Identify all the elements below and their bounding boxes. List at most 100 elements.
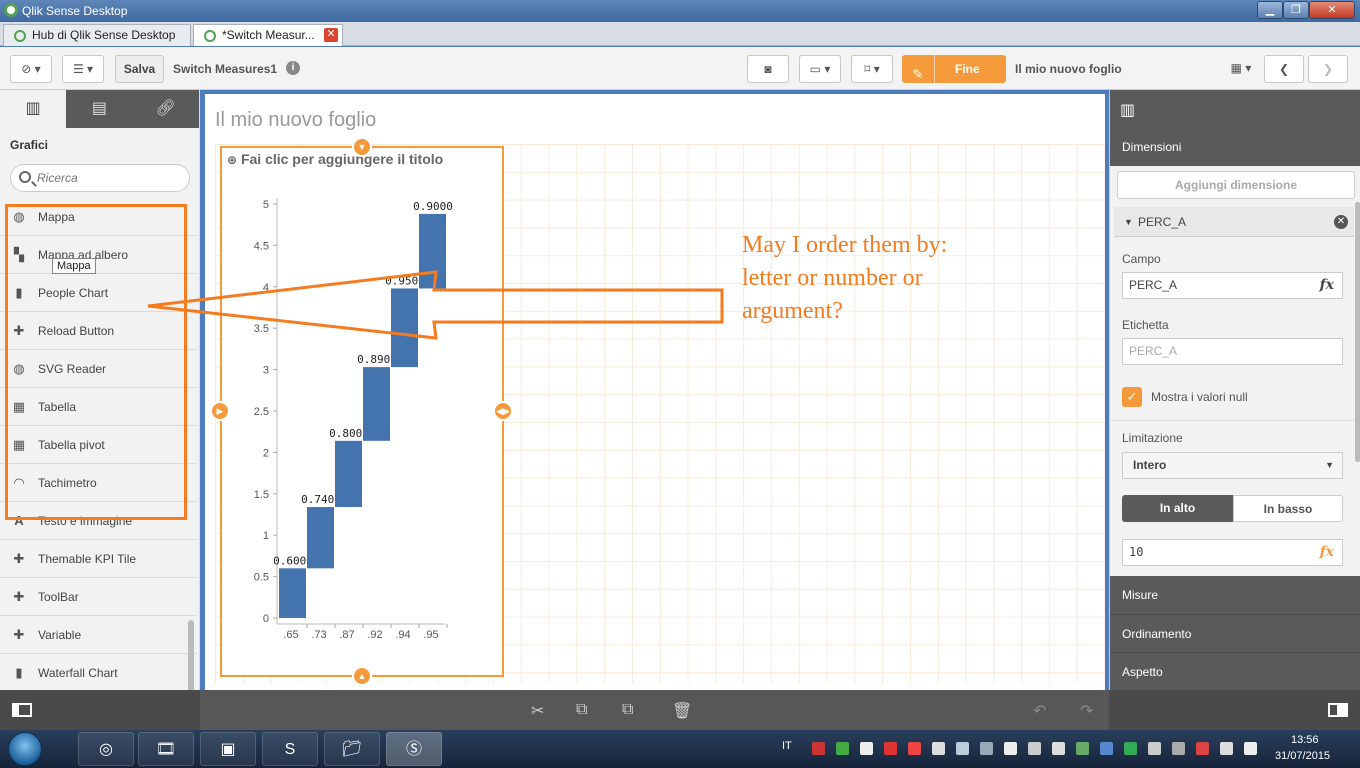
sheet-canvas[interactable]: Il mio nuovo foglio ⊕ Fai clic per aggiu… (205, 94, 1105, 690)
label-input[interactable]: PERC_A (1122, 338, 1343, 365)
network-icon[interactable] (1220, 742, 1233, 755)
tray-icon[interactable] (1148, 742, 1161, 755)
resize-handle-right[interactable]: ◀▶ (493, 401, 513, 421)
taskbar-qlik-icon[interactable]: ◎ (78, 732, 134, 766)
minimize-button[interactable]: ▁ (1257, 1, 1283, 19)
taskbar-skype-icon[interactable]: S (262, 732, 318, 766)
navigation-button[interactable]: ⊘ ▾ (10, 55, 52, 83)
info-icon[interactable]: i (286, 61, 300, 75)
caret-down-icon: ▼ (1124, 217, 1133, 227)
tray-icon[interactable] (980, 742, 993, 755)
done-editing-button[interactable]: ✎ Fine (902, 55, 1006, 83)
chart-item-waterfall-chart[interactable]: ▮ Waterfall Chart (0, 654, 197, 692)
undo-icon[interactable]: ↶ (1033, 701, 1046, 721)
search-box[interactable] (10, 164, 190, 192)
tray-icon[interactable] (1196, 742, 1209, 755)
taskbar-remote-desktop-icon[interactable]: ▣ (200, 732, 256, 766)
expression-fx-icon[interactable]: fx (1320, 540, 1334, 565)
start-button[interactable] (8, 732, 42, 766)
pencil-icon: ✎ (912, 66, 924, 82)
chart-icon: ▥ (1120, 102, 1136, 119)
chart-item-variable[interactable]: ✚ Variable (0, 616, 197, 654)
dimension-item-header[interactable]: ▼ PERC_A ✕ (1114, 207, 1354, 237)
delete-icon[interactable]: 🗑︎ (672, 701, 692, 721)
appearance-header[interactable]: Aspetto (1110, 652, 1360, 690)
chart-item-themable-kpi-tile[interactable]: ✚ Themable KPI Tile (0, 540, 197, 578)
list-item-label: Variable (38, 628, 82, 642)
clock-date[interactable]: 31/07/2015 (1275, 750, 1330, 762)
taskbar-explorer-icon[interactable]: 📁︎ (324, 732, 380, 766)
snapshot-button[interactable]: ◙ (747, 55, 789, 83)
field-input[interactable]: PERC_A fx (1122, 272, 1343, 299)
tray-icon[interactable] (1100, 742, 1113, 755)
previous-sheet-button[interactable]: ❮ (1264, 55, 1304, 83)
storytelling-button[interactable]: ▭ ▾ (799, 55, 841, 83)
done-label: Fine (955, 62, 980, 76)
tray-icon[interactable] (908, 742, 921, 755)
properties-scrollbar[interactable] (1355, 202, 1360, 462)
sorting-header[interactable]: Ordinamento (1110, 614, 1360, 652)
waterfall-bar (307, 507, 334, 569)
tab-charts[interactable]: ▥ (0, 90, 67, 128)
resize-handle-bottom[interactable]: ▲ (352, 666, 372, 686)
tray-icon[interactable] (812, 742, 825, 755)
paste-icon[interactable]: ⧉ (622, 701, 633, 719)
chart-title-placeholder[interactable]: ⊕ Fai clic per aggiungere il titolo (227, 151, 443, 167)
toggle-properties-panel-icon[interactable] (1328, 703, 1348, 717)
add-dimension-button[interactable]: Aggiungi dimensione (1117, 171, 1355, 199)
expression-fx-icon[interactable]: fx (1320, 273, 1334, 298)
list-item-label: Waterfall Chart (38, 666, 118, 680)
show-null-checkbox[interactable]: ✓ (1122, 387, 1142, 407)
sheet-title[interactable]: Il mio nuovo foglio (215, 109, 376, 132)
tray-icon[interactable] (860, 742, 873, 755)
measures-header[interactable]: Misure (1110, 576, 1360, 614)
copy-icon[interactable]: ⧉ (576, 701, 587, 719)
tray-icon[interactable] (884, 742, 897, 755)
sheet-list-button[interactable]: ▦ ▾ (1222, 55, 1260, 83)
bottom-toggle-button[interactable]: In basso (1233, 495, 1343, 522)
save-button[interactable]: Salva (115, 55, 164, 83)
limitation-select[interactable]: Intero ▼ (1122, 452, 1343, 479)
volume-icon[interactable] (1244, 742, 1257, 755)
dimensions-header[interactable]: Dimensioni (1110, 128, 1360, 166)
close-tab-icon[interactable]: ✕ (324, 28, 338, 42)
section-title: Grafici (10, 138, 49, 152)
tab-master-items[interactable]: 🔗︎ (132, 90, 199, 128)
cut-icon[interactable]: ✂ (531, 701, 544, 721)
taskbar-media-icon[interactable]: 🎞︎ (138, 732, 194, 766)
app-name: Switch Measures1 (173, 62, 278, 76)
tray-icon[interactable] (956, 742, 969, 755)
toggle-assets-panel-icon[interactable] (12, 703, 32, 717)
tray-icon[interactable] (1004, 742, 1017, 755)
search-input[interactable] (37, 169, 185, 187)
tray-icon[interactable] (836, 742, 849, 755)
language-indicator[interactable]: IT (782, 740, 792, 752)
top-toggle-button[interactable]: In alto (1122, 495, 1233, 522)
chart-item-toolbar[interactable]: ✚ ToolBar (0, 578, 197, 616)
menu-button[interactable]: ☰ ▾ (62, 55, 104, 83)
tray-icon[interactable] (1076, 742, 1089, 755)
tray-icon[interactable] (1052, 742, 1065, 755)
tab-switch-measures[interactable]: *Switch Measur... ✕ (193, 24, 343, 46)
tray-icon[interactable] (1124, 742, 1137, 755)
taskbar-qlik-sense-icon[interactable]: Ⓢ (386, 732, 442, 766)
limit-value-input[interactable]: 10 fx (1122, 539, 1343, 566)
resize-handle-top[interactable]: ▼ (352, 137, 372, 157)
waterfall-chart[interactable]: 00.511.522.533.544.550.6000.650.7400.730… (227, 182, 457, 642)
clock-time[interactable]: 13:56 (1291, 734, 1319, 746)
x-tick-label: .94 (395, 629, 410, 641)
redo-icon[interactable]: ↷ (1080, 701, 1093, 721)
remove-dimension-icon[interactable]: ✕ (1334, 215, 1348, 229)
bookmark-button[interactable]: ⌑ ▾ (851, 55, 893, 83)
next-sheet-button[interactable]: ❯ (1308, 55, 1348, 83)
close-window-button[interactable]: ✕ (1309, 1, 1355, 19)
tab-fields[interactable]: ▤ (66, 90, 133, 128)
tray-icon[interactable] (1028, 742, 1041, 755)
list-icon: ▤ (91, 100, 108, 117)
field-label: Campo (1122, 252, 1161, 266)
window-title-bar: Qlik Sense Desktop ▁ ❐ ✕ (0, 0, 1360, 22)
tray-icon[interactable] (1172, 742, 1185, 755)
tab-hub[interactable]: Hub di Qlik Sense Desktop (3, 24, 191, 46)
maximize-button[interactable]: ❐ (1283, 1, 1309, 19)
tray-icon[interactable] (932, 742, 945, 755)
